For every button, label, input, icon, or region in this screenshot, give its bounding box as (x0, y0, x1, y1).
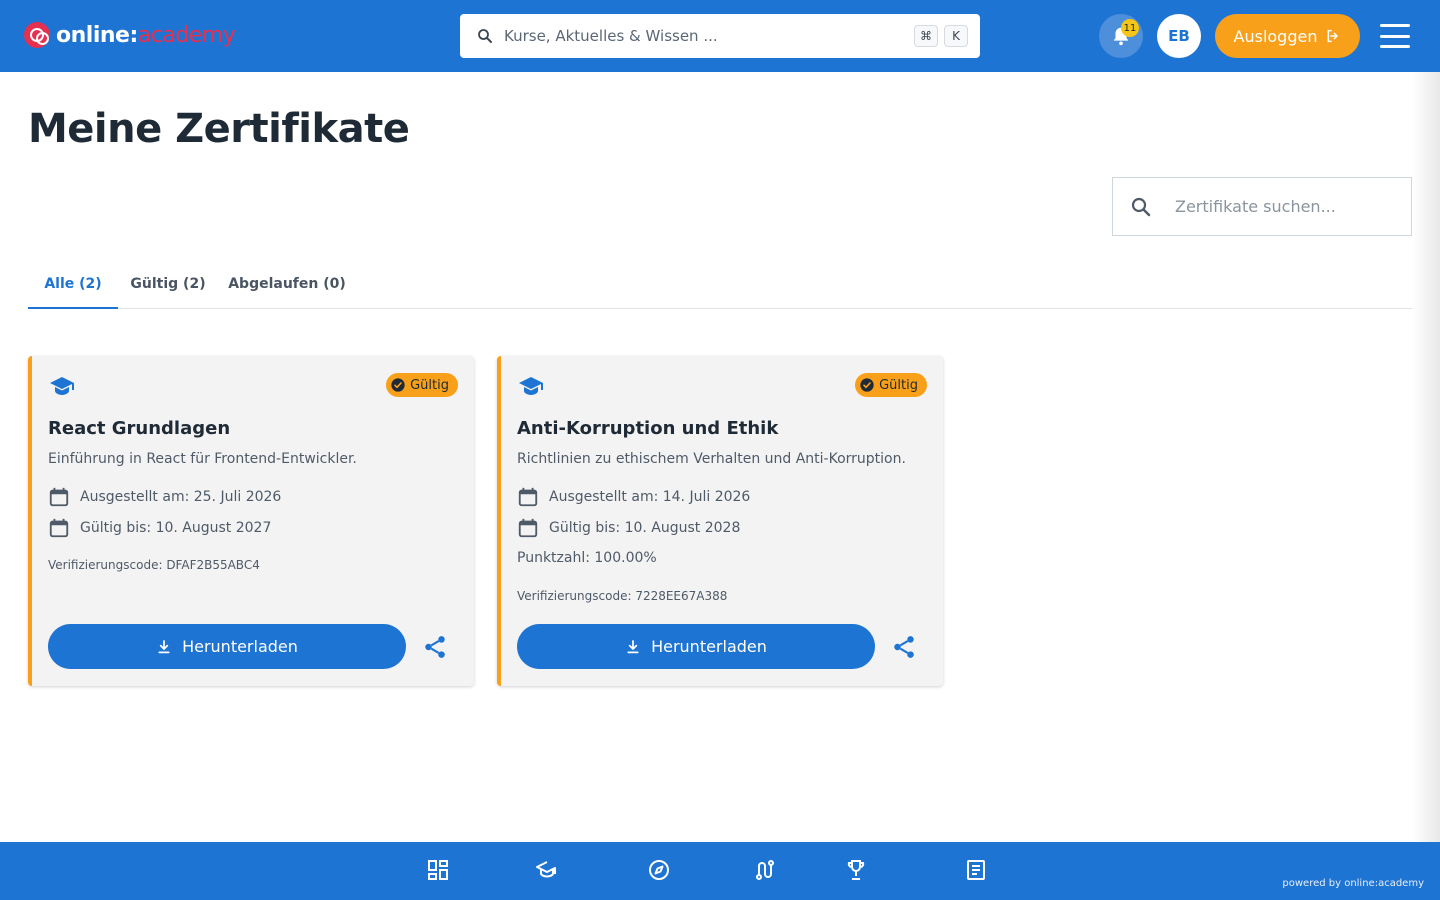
issued-date: Ausgestellt am: 25. Juli 2026 (80, 489, 282, 505)
share-icon[interactable] (422, 634, 448, 660)
graduation-cap-icon[interactable] (535, 858, 559, 882)
score: Punktzahl: 100.00% (517, 550, 657, 566)
logo-mark-icon (24, 22, 50, 48)
certificate-title: React Grundlagen (48, 418, 231, 439)
calendar-icon (518, 487, 538, 507)
valid-until-date: Gültig bis: 10. August 2027 (80, 520, 272, 536)
dashboard-icon[interactable] (426, 858, 450, 882)
verified-icon (860, 378, 874, 392)
certificate-card: Gültig React Grundlagen Einführung in Re… (28, 356, 474, 686)
download-button[interactable]: Herunterladen (48, 624, 406, 669)
graduation-cap-icon (50, 377, 74, 395)
download-icon (627, 639, 639, 653)
certificate-description: Richtlinien zu ethischem Verhalten und A… (517, 451, 906, 467)
route-icon[interactable] (753, 858, 777, 882)
calendar-icon (49, 518, 69, 538)
compass-icon[interactable] (647, 858, 671, 882)
verification-code: Verifizierungscode: DFAF2B55ABC4 (48, 558, 260, 572)
verification-code: Verifizierungscode: 7228EE67A388 (517, 589, 728, 603)
shortcut-key-k: K (944, 25, 968, 47)
global-search-input[interactable] (504, 27, 908, 45)
tab-valid[interactable]: Gültig (2) (124, 260, 212, 308)
logout-button[interactable]: Ausloggen (1215, 14, 1360, 58)
user-avatar[interactable]: EB (1157, 14, 1201, 58)
top-bar: online: academy ⌘ K 11 EB Ausloggen (0, 0, 1440, 72)
tab-all[interactable]: Alle (2) (28, 260, 118, 309)
trophy-icon[interactable] (844, 858, 868, 882)
download-button[interactable]: Herunterladen (517, 624, 875, 669)
valid-until-row: Gültig bis: 10. August 2027 (48, 517, 271, 539)
page-title: Meine Zertifikate (28, 106, 410, 152)
issued-date-row: Ausgestellt am: 14. Juli 2026 (517, 486, 750, 508)
menu-line (1380, 34, 1410, 38)
shortcut-key-cmd: ⌘ (914, 25, 938, 47)
logo-text-part1: online: (56, 22, 138, 48)
powered-by-label: powered by online:academy (1282, 878, 1424, 889)
notification-count-badge: 11 (1121, 19, 1139, 37)
search-icon (478, 29, 492, 43)
notifications-button[interactable] (1099, 14, 1143, 58)
hamburger-menu-button[interactable] (1380, 24, 1410, 48)
valid-until-row: Gültig bis: 10. August 2028 (517, 517, 740, 539)
download-label: Herunterladen (651, 637, 767, 656)
global-search[interactable]: ⌘ K (460, 14, 980, 58)
status-badge: Gültig (386, 373, 458, 397)
download-icon (158, 639, 170, 653)
menu-line (1380, 45, 1410, 48)
calendar-icon (518, 518, 538, 538)
graduation-cap-icon (519, 377, 543, 395)
logo-text-part2: academy (137, 22, 236, 48)
tab-expired[interactable]: Abgelaufen (0) (224, 260, 350, 308)
download-label: Herunterladen (182, 637, 298, 656)
certificate-search[interactable] (1112, 177, 1412, 236)
status-badge: Gültig (855, 373, 927, 397)
verified-icon (391, 378, 405, 392)
share-icon[interactable] (891, 634, 917, 660)
logo[interactable]: online: academy (24, 20, 236, 50)
article-icon[interactable] (964, 858, 988, 882)
certificate-tabs: Alle (2) Gültig (2) Abgelaufen (0) (28, 260, 1412, 309)
certificate-title: Anti-Korruption und Ethik (517, 418, 779, 439)
search-icon (1131, 197, 1151, 216)
calendar-icon (49, 487, 69, 507)
status-label: Gültig (410, 377, 449, 393)
status-label: Gültig (879, 377, 918, 393)
logout-icon (1328, 29, 1339, 43)
side-shadow (1412, 72, 1440, 842)
menu-line (1380, 24, 1410, 27)
bottom-navigation (0, 842, 1440, 900)
valid-until-date: Gültig bis: 10. August 2028 (549, 520, 741, 536)
issued-date-row: Ausgestellt am: 25. Juli 2026 (48, 486, 281, 508)
issued-date: Ausgestellt am: 14. Juli 2026 (549, 489, 751, 505)
certificate-card: Gültig Anti-Korruption und Ethik Richtli… (497, 356, 943, 686)
certificate-search-input[interactable] (1175, 197, 1411, 216)
certificate-description: Einführung in React für Frontend-Entwick… (48, 451, 357, 467)
logout-label: Ausloggen (1233, 26, 1318, 46)
